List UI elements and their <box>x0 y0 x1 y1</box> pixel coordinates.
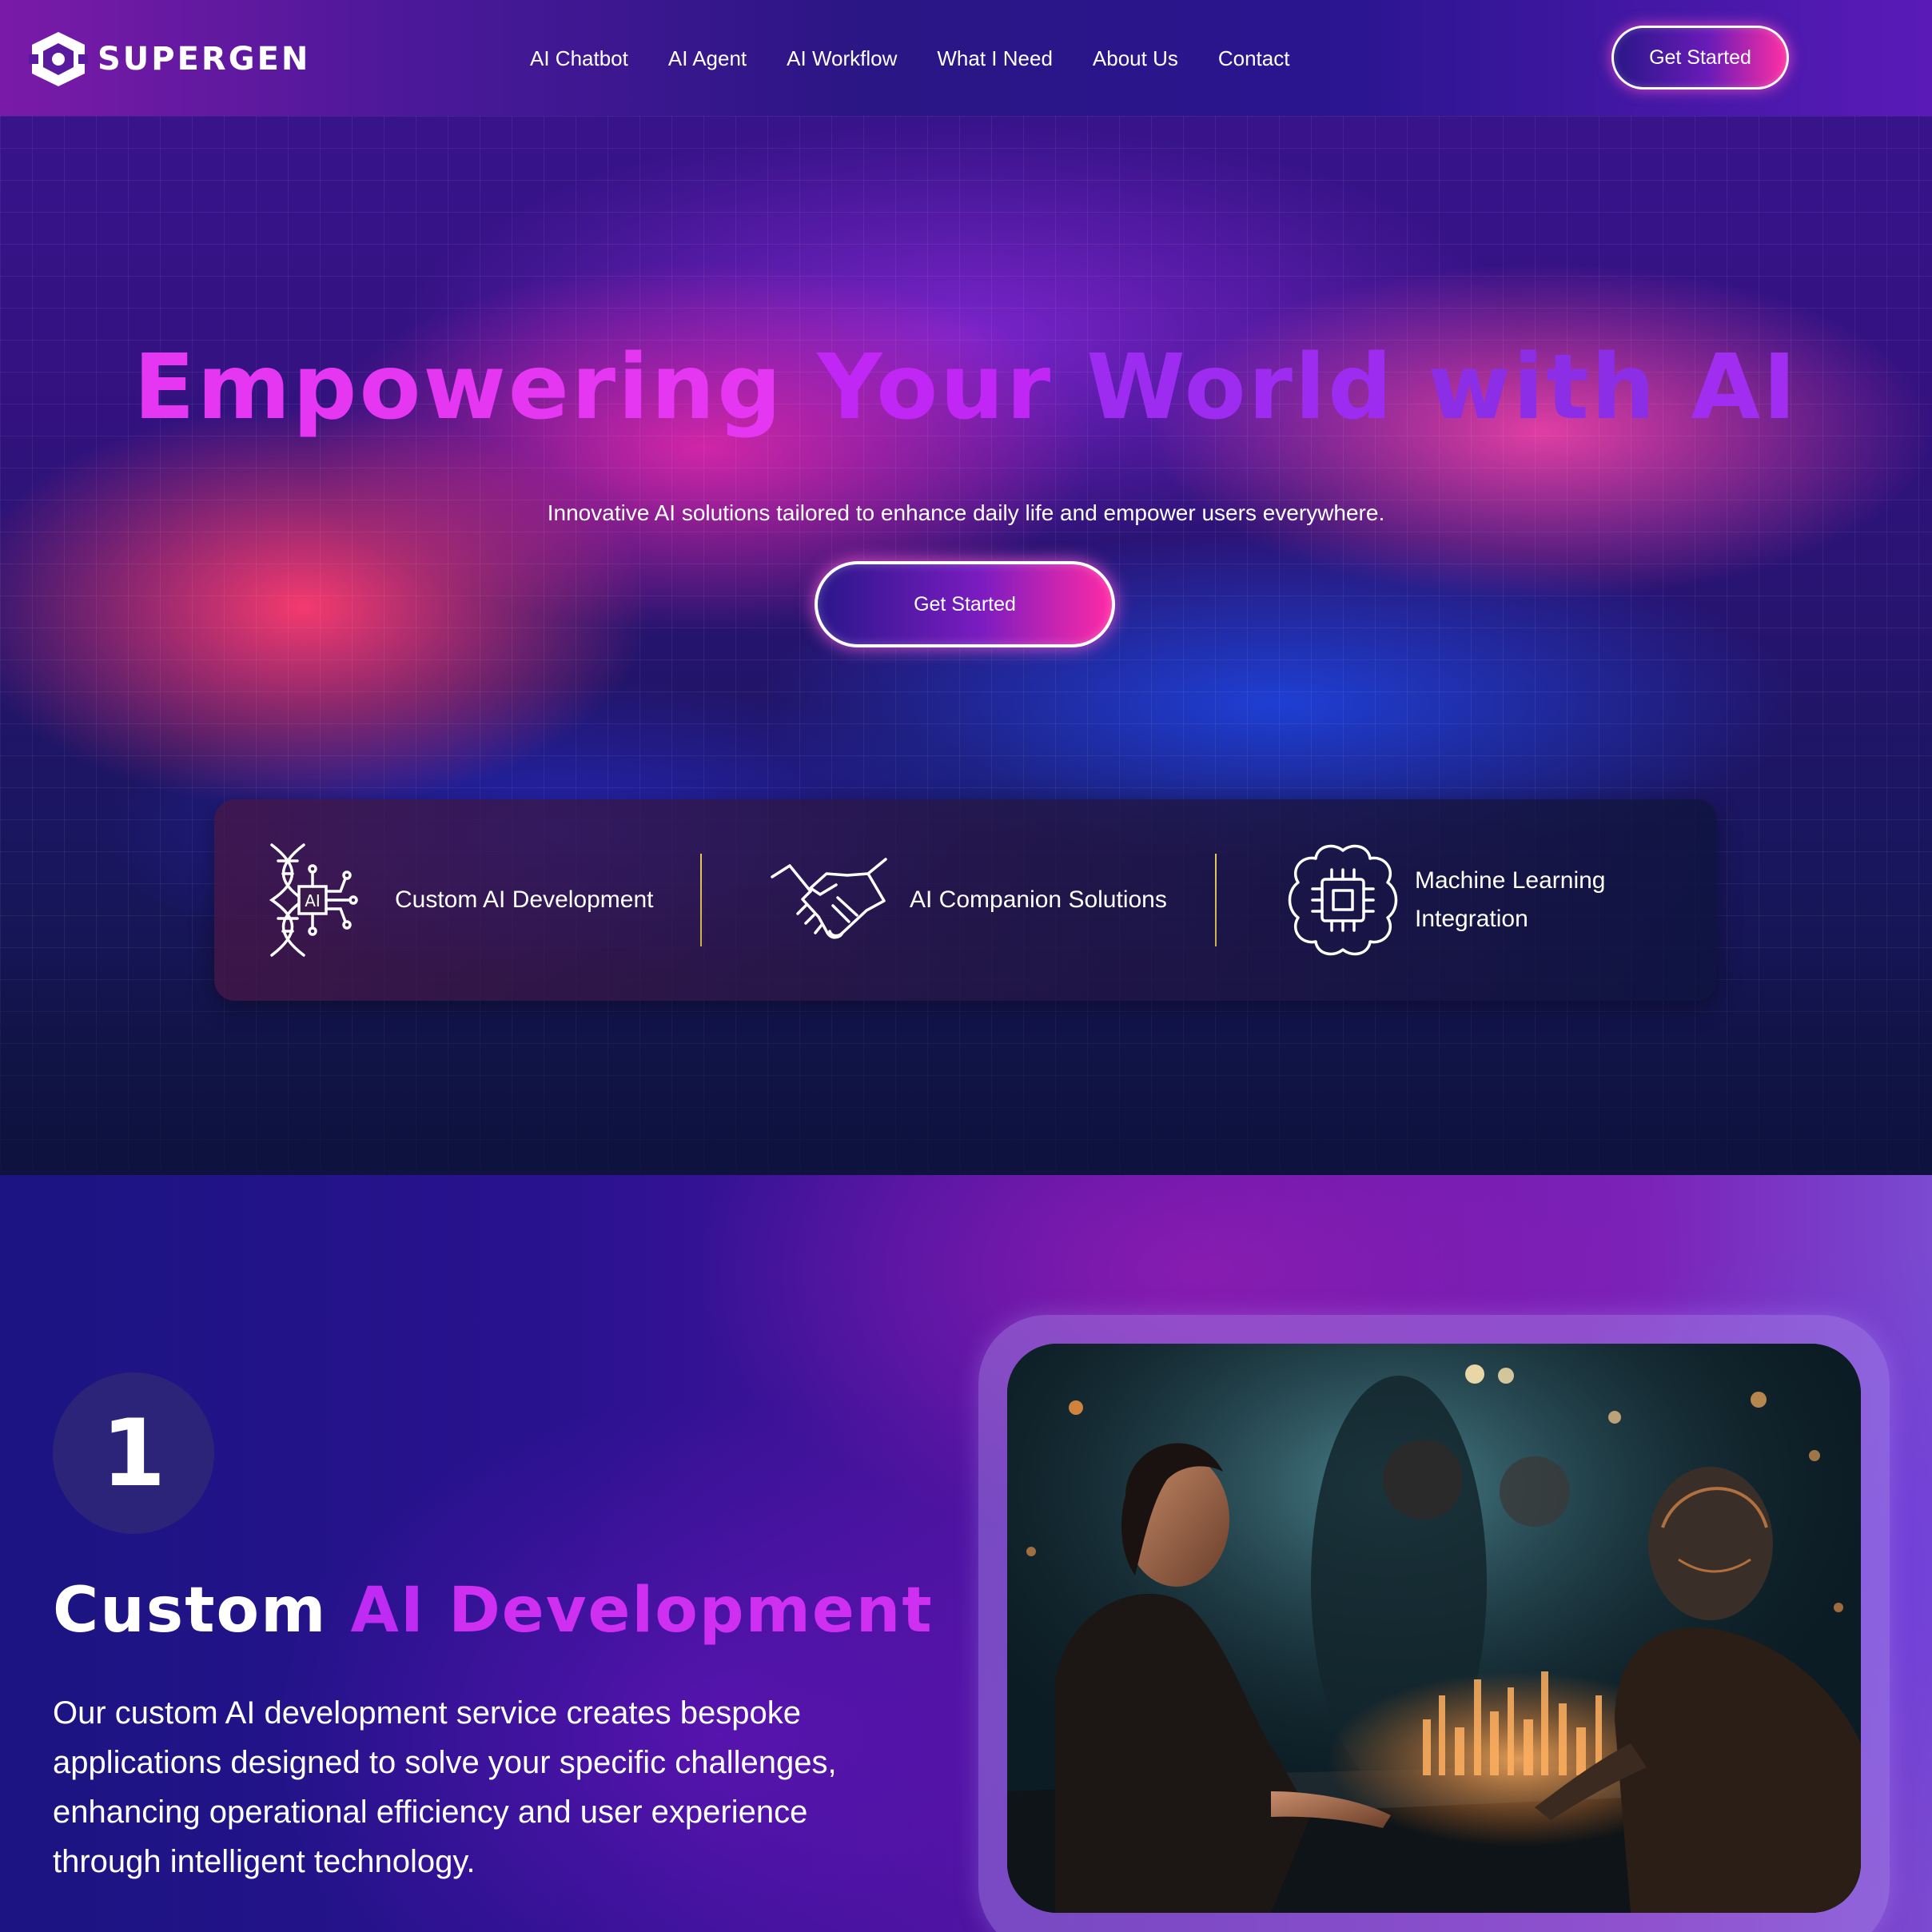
logo-mark-icon <box>29 32 88 86</box>
hero-title-word: Your <box>817 336 1054 440</box>
step-number-badge: 1 <box>53 1372 214 1534</box>
feature-label-line: Machine Learning <box>1415 867 1606 894</box>
hero-subtitle: Innovative AI solutions tailored to enha… <box>547 500 1385 525</box>
nav-link-ai-workflow[interactable]: AI Workflow <box>787 42 897 75</box>
hero-get-started-button[interactable]: Get Started <box>815 561 1115 647</box>
brand-logo[interactable]: SUPERGEN <box>26 29 310 90</box>
hero-title-word: World <box>1086 336 1395 440</box>
feature-item-machine-learning[interactable]: Machine Learning Integration <box>1285 799 1606 1001</box>
top-navbar: SUPERGEN AI Chatbot AI Agent AI Workflow… <box>0 0 1932 116</box>
feature-divider <box>700 854 702 946</box>
brain-chip-icon <box>1288 844 1398 956</box>
section-title-word: Development <box>448 1575 934 1647</box>
hero-title-word: with <box>1428 336 1658 440</box>
nav-link-contact[interactable]: Contact <box>1218 42 1290 75</box>
feature-icon-text: AI <box>305 891 321 910</box>
feature-label: Custom AI Development <box>395 886 654 913</box>
section-description: Our custom AI development service create… <box>53 1695 837 1879</box>
service-section-custom-ai: 1 Custom AI Development Our custom AI de… <box>0 1175 1932 1932</box>
nav-links: AI Chatbot AI Agent AI Workflow What I N… <box>530 42 1329 75</box>
hero-section: SUPERGEN AI Chatbot AI Agent AI Workflow… <box>0 0 1932 1175</box>
nav-get-started-button[interactable]: Get Started <box>1611 26 1789 90</box>
feature-divider <box>1215 854 1217 946</box>
nav-link-ai-agent[interactable]: AI Agent <box>668 42 747 75</box>
ai-collaboration-photo <box>1007 1344 1861 1913</box>
nav-link-ai-chatbot[interactable]: AI Chatbot <box>530 42 628 75</box>
section-title: Custom AI Development <box>53 1575 934 1647</box>
brand-name: SUPERGEN <box>98 41 311 78</box>
section-title-word: Custom <box>53 1575 328 1647</box>
hero-title: Empowering Your World with AI <box>0 336 1932 440</box>
section-title-word: AI <box>350 1575 425 1647</box>
hero-title-word: Empowering <box>133 336 784 440</box>
feature-item-ai-companion[interactable]: AI Companion Solutions <box>771 799 1167 1001</box>
features-card: AI Custom AI Development AI Companion So… <box>214 799 1717 1001</box>
handshake-icon <box>771 858 887 939</box>
nav-link-what-i-need[interactable]: What I Need <box>937 42 1053 75</box>
feature-item-custom-ai[interactable]: AI Custom AI Development <box>267 799 653 1001</box>
dna-ai-icon: AI <box>269 843 358 957</box>
photo-illustration <box>1007 1344 1861 1913</box>
feature-label-line: Integration <box>1415 906 1528 932</box>
hero-title-word: AI <box>1691 336 1799 440</box>
feature-label-group: Machine Learning Integration <box>1415 862 1606 938</box>
feature-label: AI Companion Solutions <box>910 886 1167 913</box>
nav-link-about-us[interactable]: About Us <box>1093 42 1178 75</box>
image-frame <box>978 1315 1890 1932</box>
